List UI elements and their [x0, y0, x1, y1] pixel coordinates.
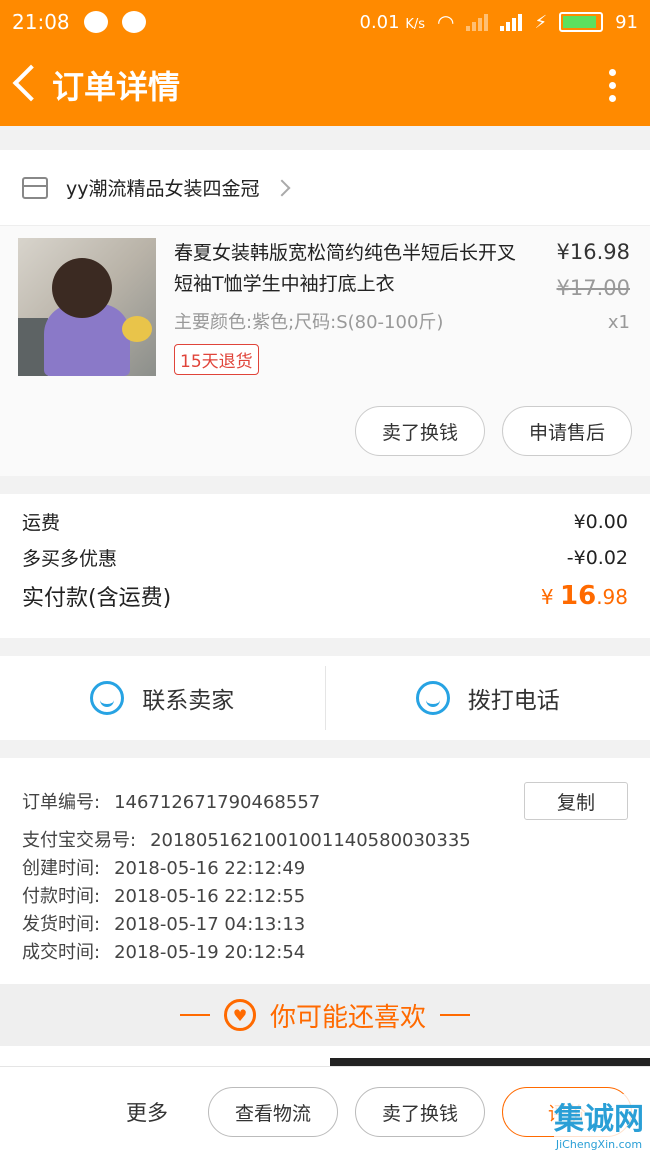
page-title: 订单详情 [52, 68, 181, 106]
status-bar: 21:08 0.01 K/s ◠ ⚡ 91 [0, 0, 650, 44]
discount-value: -¥0.02 [566, 546, 628, 569]
info-row: 付款时间: 2018-05-16 22:12:55 [22, 886, 306, 907]
call-label: 拨打电话 [467, 688, 560, 714]
total-label: 实付款(含运费) [22, 586, 172, 611]
sell-for-cash-button[interactable]: 卖了换钱 [355, 406, 485, 456]
call-button[interactable]: 拨打电话 [326, 656, 650, 740]
shop-name: yy潮流精品女装四金冠 [66, 178, 260, 200]
divider [440, 1014, 470, 1016]
shipping-row: 运费 ¥0.00 [22, 508, 628, 535]
total-value: ¥ 16.98 [540, 581, 628, 611]
info-row: 创建时间: 2018-05-16 22:12:49 [22, 858, 306, 879]
charging-icon: ⚡ [534, 11, 548, 33]
signal-icon-sim2 [500, 13, 523, 31]
heart-icon: ♥ [223, 999, 256, 1031]
divider [179, 1014, 210, 1016]
product-price: ¥16.98 [556, 240, 630, 264]
app-header: 订单详情 [0, 44, 650, 126]
shop-icon [22, 176, 48, 199]
info-row: 订单编号: 146712671790468557 [22, 792, 321, 813]
product-title[interactable]: 春夏女装韩版宽松简约纯色半短后长开叉短袖T恤学生中袖打底上衣 [174, 238, 526, 300]
browser-icon [121, 11, 146, 33]
contact-seller-label: 联系卖家 [142, 688, 235, 714]
recommend-title: 你可能还喜欢 [269, 1002, 426, 1033]
bottom-action-bar: 更多 查看物流 卖了换钱 评价 集诚网 JiChengXin.com [0, 1066, 650, 1155]
copy-button[interactable]: 复制 [524, 782, 628, 820]
phone-icon [415, 681, 450, 715]
product-spec: 主要颜色:紫色;尺码:S(80-100斤) [174, 312, 444, 333]
product-original-price: ¥17.00 [556, 276, 630, 300]
recommend-header: ♥ 你可能还喜欢 [0, 984, 650, 1046]
more-button[interactable]: 更多 [126, 1097, 168, 1127]
status-time: 21:08 [12, 10, 70, 34]
wifi-icon: ◠ [437, 10, 455, 34]
more-options-icon[interactable] [609, 68, 616, 102]
order-info: 订单编号: 146712671790468557 支付宝交易号: 201805162… [0, 758, 650, 984]
total-row: 实付款(含运费) ¥ 16.98 [22, 580, 628, 612]
recommend-strip [0, 1046, 650, 1066]
shipping-value: ¥0.00 [573, 510, 628, 533]
view-logistics-button[interactable]: 查看物流 [208, 1087, 338, 1137]
shipping-label: 运费 [22, 512, 61, 534]
discount-label: 多买多优惠 [22, 548, 118, 570]
cost-summary: 运费 ¥0.00 多买多优惠 -¥0.02 实付款(含运费) ¥ 16.98 [0, 494, 650, 638]
battery-icon [559, 12, 604, 32]
chat-icon [83, 11, 108, 33]
battery-level: 91 [615, 11, 638, 33]
after-sales-button[interactable]: 申请售后 [502, 406, 632, 456]
info-row: 成交时间: 2018-05-19 20:12:54 [22, 942, 306, 963]
product-image[interactable] [18, 238, 156, 376]
chevron-right-icon [273, 179, 290, 196]
contact-seller-button[interactable]: 联系卖家 [0, 656, 325, 740]
contact-bar: 联系卖家 拨打电话 [0, 656, 650, 740]
chat-bubble-icon [90, 681, 125, 715]
info-row: 发货时间: 2018-05-17 04:13:13 [22, 914, 306, 935]
network-speed: 0.01 K/s [359, 11, 426, 33]
return-badge: 15天退货 [174, 344, 259, 375]
watermark-logo: 集诚网 JiChengXin.com [554, 1094, 644, 1151]
shop-row[interactable]: yy潮流精品女装四金冠 [0, 150, 650, 226]
product-quantity: x1 [607, 312, 630, 333]
back-icon[interactable] [8, 44, 48, 126]
sell-for-cash-footer-button[interactable]: 卖了换钱 [355, 1087, 485, 1137]
signal-icon-sim1 [466, 13, 489, 31]
product-card: 春夏女装韩版宽松简约纯色半短后长开叉短袖T恤学生中袖打底上衣 主要颜色:紫色;尺… [0, 226, 650, 476]
info-row: 支付宝交易号: 2018051621001001140580030335 [22, 830, 471, 851]
discount-row: 多买多优惠 -¥0.02 [22, 544, 628, 571]
